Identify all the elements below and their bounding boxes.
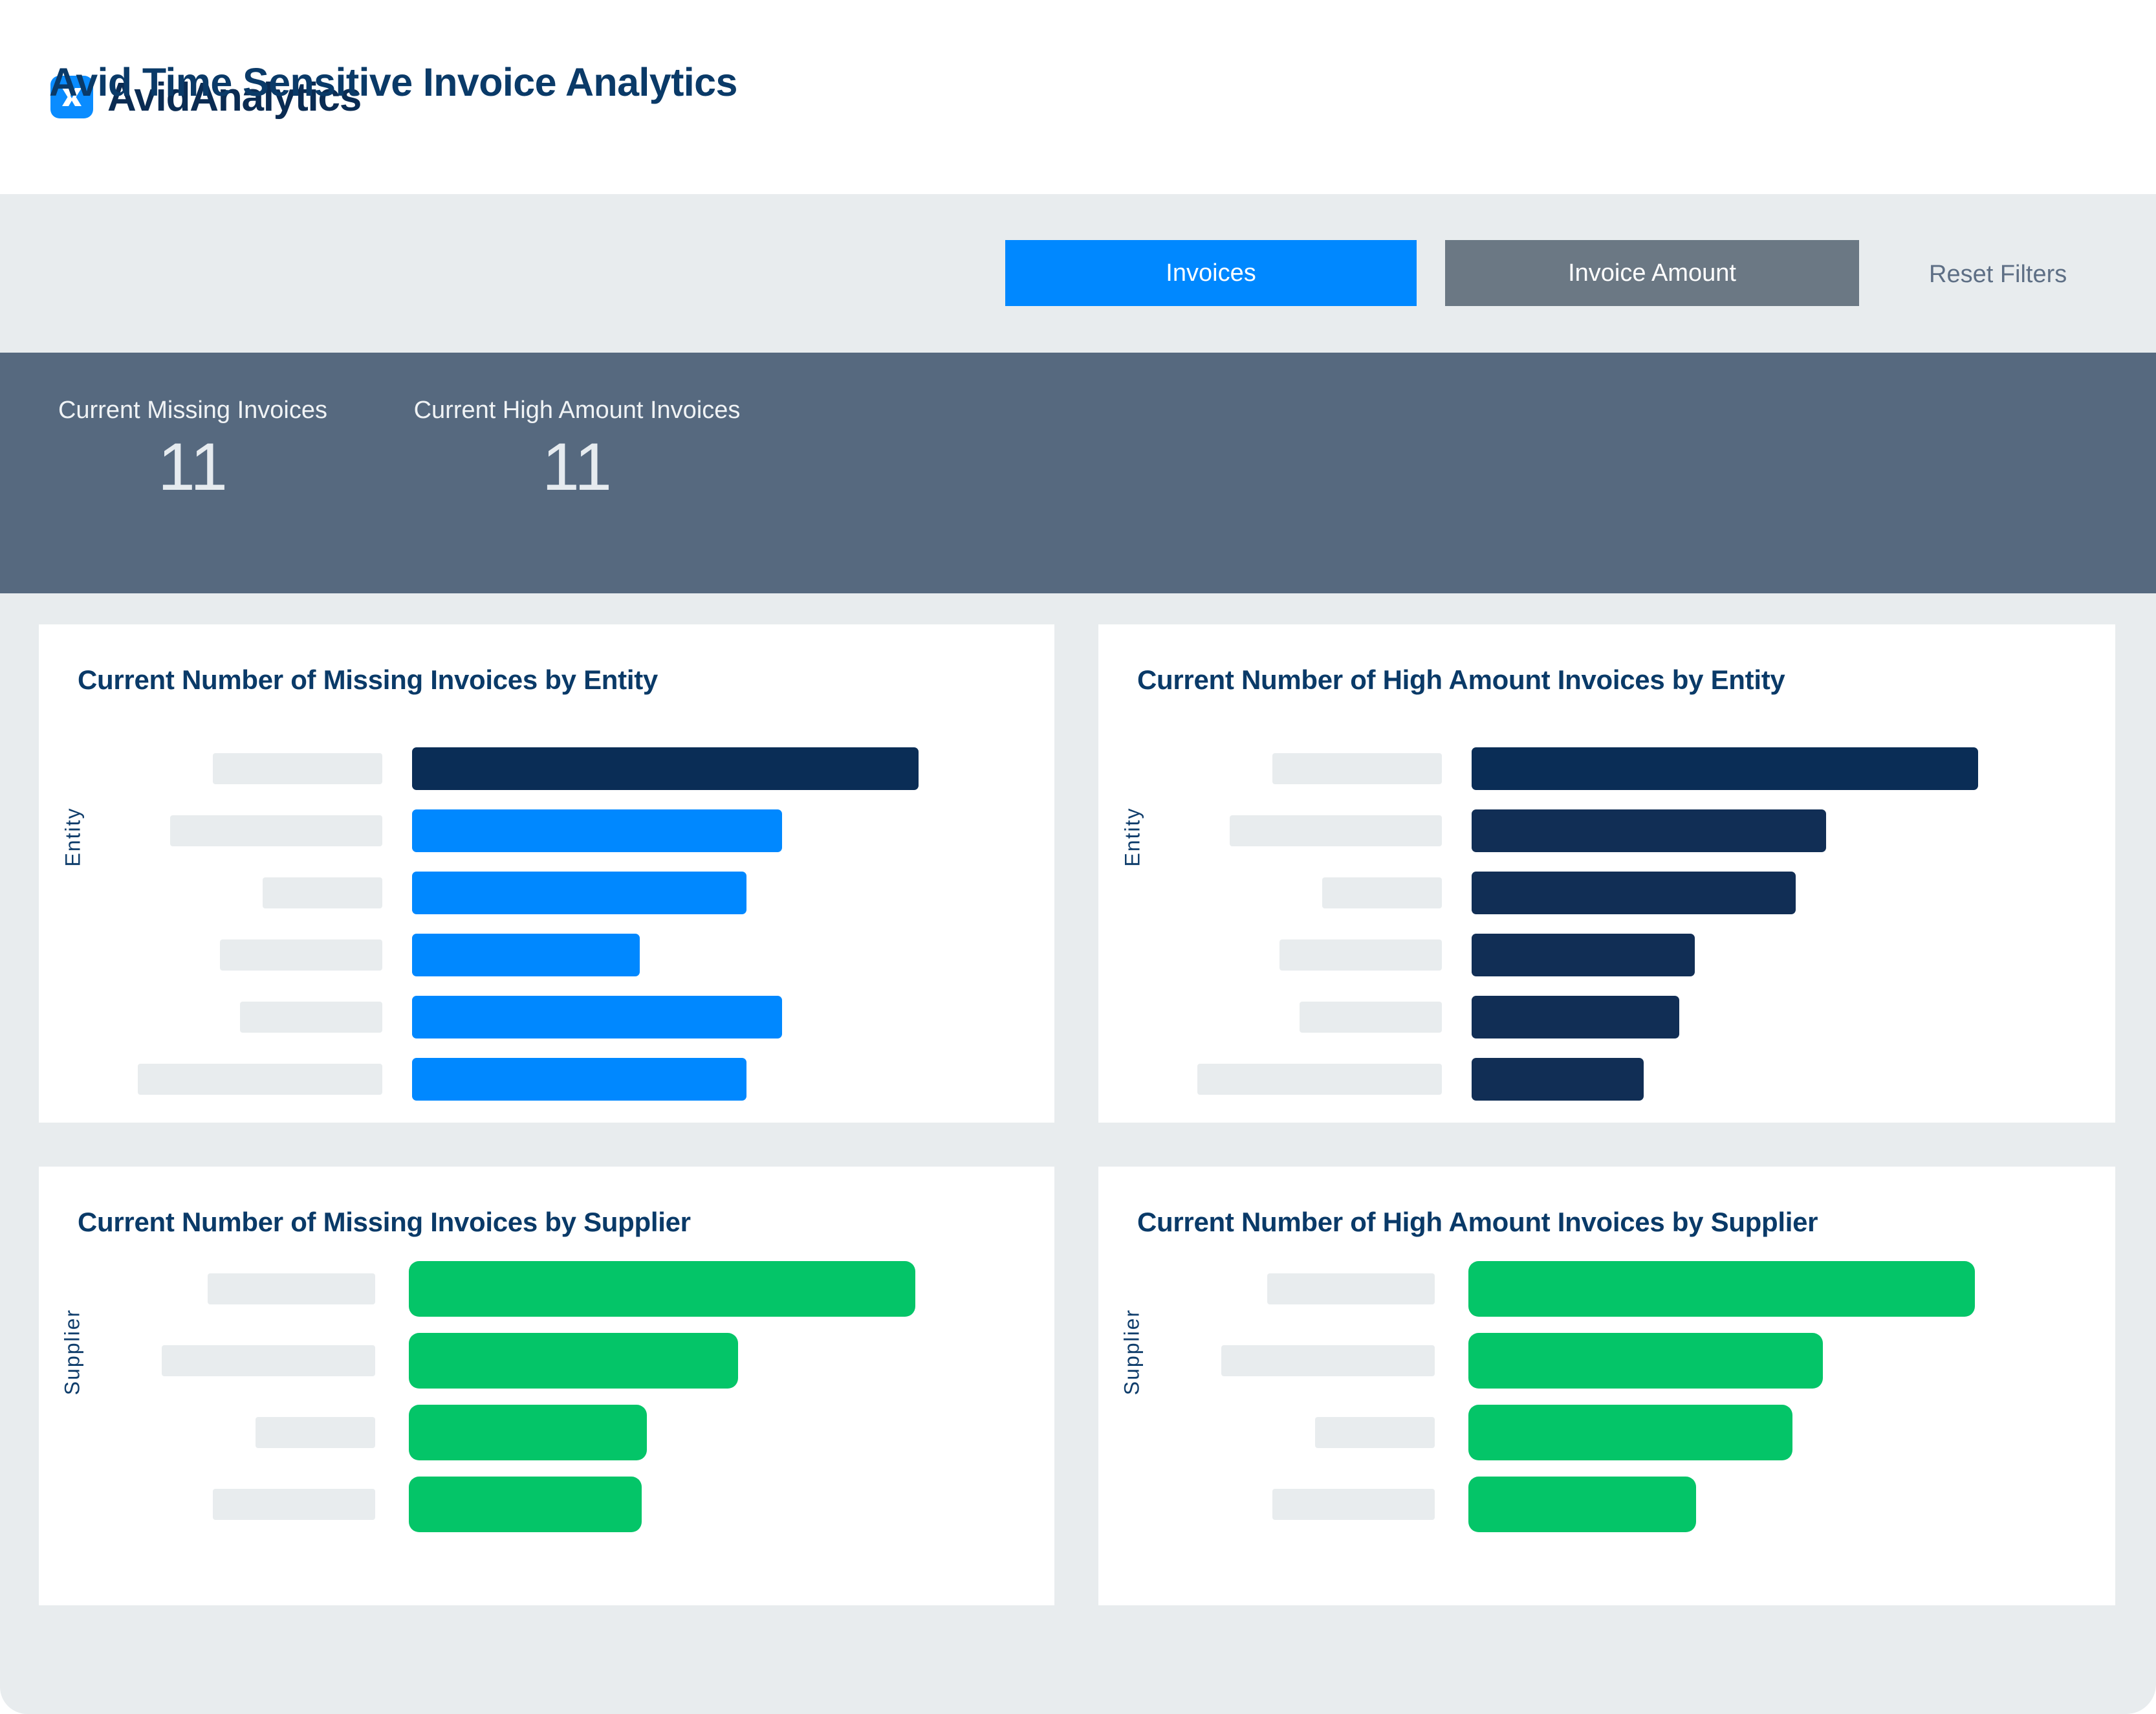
bar[interactable] [1468,1261,1975,1317]
category-label-placeholder [1322,877,1442,908]
category-label-placeholder [162,1345,375,1376]
kpi-value: 11 [158,430,228,505]
category-label-placeholder [138,1064,382,1095]
card-missing-by-entity: Current Number of Missing Invoices by En… [39,624,1054,1123]
bar[interactable] [412,809,782,852]
y-axis-label: Entity [1120,807,1144,867]
category-label-placeholder [263,877,382,908]
kpi-current-missing-invoices: Current Missing Invoices 11 [44,397,342,501]
chart-title: Current Number of Missing Invoices by En… [78,665,658,695]
y-axis-label: Supplier [1120,1308,1144,1396]
page-title: Avid Time Sensitive Invoice Analytics [49,60,737,104]
y-axis-label: Entity [61,807,85,867]
bar[interactable] [409,1477,642,1532]
category-label-placeholder [213,753,382,784]
category-label-placeholder [256,1417,375,1448]
bar[interactable] [1472,747,1978,790]
bar[interactable] [1472,809,1826,852]
category-label-placeholder [1197,1064,1442,1095]
bar[interactable] [1472,934,1695,976]
bar[interactable] [1472,872,1796,914]
bar[interactable] [412,872,746,914]
category-label-placeholder [1279,939,1442,971]
category-label-placeholder [1315,1417,1435,1448]
category-label-placeholder [1230,815,1442,846]
bar[interactable] [409,1333,738,1389]
card-missing-by-supplier: Current Number of Missing Invoices by Su… [39,1167,1054,1605]
dashboard-root: AvidAnalytics Avid Time Sensitive Invoic… [0,0,2156,1714]
category-label-placeholder [1272,1489,1435,1520]
kpi-value: 11 [542,430,612,505]
bar[interactable] [1472,996,1679,1038]
chart-title: Current Number of High Amount Invoices b… [1137,1207,1818,1237]
y-axis-label: Supplier [60,1308,84,1396]
category-label-placeholder [1300,1002,1442,1033]
chart-title: Current Number of Missing Invoices by Su… [78,1207,691,1237]
bar[interactable] [1468,1333,1823,1389]
bar[interactable] [412,934,640,976]
bar[interactable] [412,747,919,790]
tab-invoice-amount[interactable]: Invoice Amount [1445,240,1859,306]
bar[interactable] [1468,1405,1792,1460]
bar[interactable] [409,1261,915,1317]
kpi-label: Current High Amount Invoices [413,397,741,424]
category-label-placeholder [213,1489,375,1520]
category-label-placeholder [1272,753,1442,784]
tab-invoices[interactable]: Invoices [1005,240,1417,306]
bar[interactable] [1468,1477,1696,1532]
chart-title: Current Number of High Amount Invoices b… [1137,665,1785,695]
reset-filters-button[interactable]: Reset Filters [1929,261,2067,289]
kpi-label: Current Missing Invoices [58,397,328,424]
chart-grid: Current Number of Missing Invoices by En… [0,593,2156,1714]
bar[interactable] [1472,1058,1644,1101]
category-label-placeholder [1221,1345,1435,1376]
bar[interactable] [409,1405,647,1460]
category-label-placeholder [208,1273,375,1304]
kpi-current-high-amount-invoices: Current High Amount Invoices 11 [396,397,758,501]
card-high-by-supplier: Current Number of High Amount Invoices b… [1098,1167,2115,1605]
card-high-by-entity: Current Number of High Amount Invoices b… [1098,624,2115,1123]
category-label-placeholder [1267,1273,1435,1304]
category-label-placeholder [240,1002,382,1033]
bar[interactable] [412,1058,746,1101]
kpi-filter-band: Current Missing Invoices 11 Current High… [0,353,2156,855]
bar[interactable] [412,996,782,1038]
category-label-placeholder [170,815,382,846]
category-label-placeholder [220,939,382,971]
